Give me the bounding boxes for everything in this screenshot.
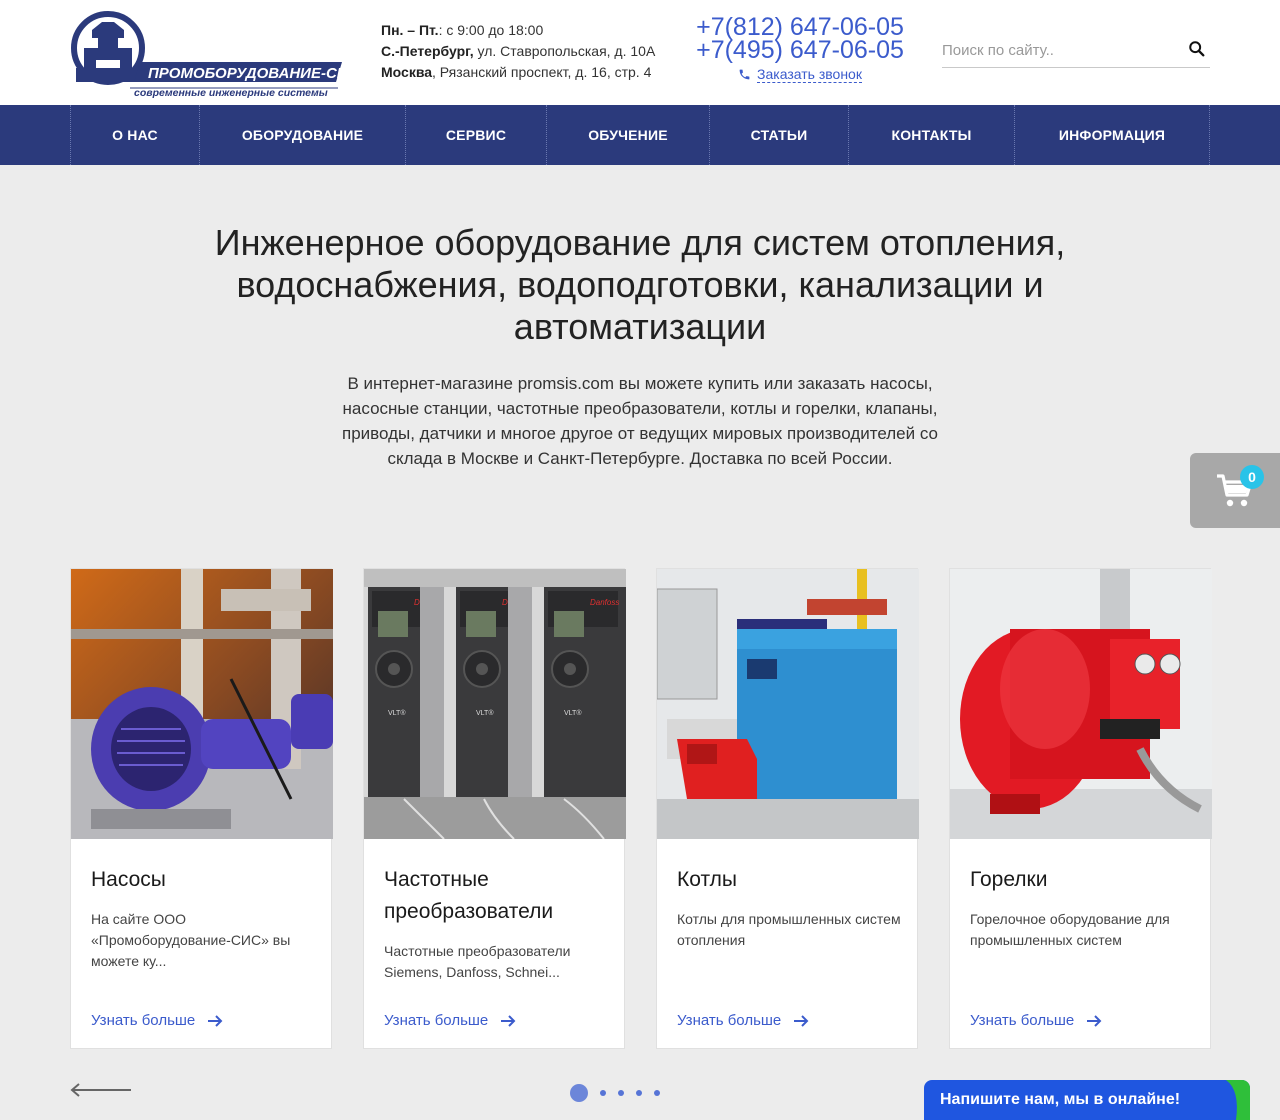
arrow-right-icon	[501, 1014, 516, 1027]
callback-button[interactable]: Заказать звонок	[738, 66, 862, 83]
learn-more-link[interactable]: Узнать больше	[91, 1012, 223, 1029]
card-title[interactable]: Горелки	[970, 864, 1195, 896]
slider-dot[interactable]	[600, 1090, 606, 1096]
card-title[interactable]: Насосы	[91, 864, 316, 896]
converters-image: Danfoss VLT® Danfoss VLT® Danfos	[364, 569, 626, 839]
logo[interactable]: ПРОМОБОРУДОВАНИЕ-СИС современные инженер…	[70, 8, 360, 99]
phone-block: +7(812) 647-06-05 +7(495) 647-06-05 Зака…	[690, 15, 910, 86]
nav-item-service[interactable]: СЕРВИС	[406, 105, 547, 165]
cart-count-badge: 0	[1240, 465, 1264, 489]
category-card-burners[interactable]: Горелки Горелочное оборудование для пром…	[949, 568, 1212, 1049]
slider-dot[interactable]	[618, 1090, 624, 1096]
learn-more-label: Узнать больше	[677, 1012, 782, 1029]
category-card-pumps[interactable]: Насосы На сайте ООО «Промоборудование-СИ…	[70, 568, 333, 1049]
card-title[interactable]: Котлы	[677, 864, 902, 896]
nav-item-contacts[interactable]: КОНТАКТЫ	[849, 105, 1015, 165]
msk-address: Москва, Рязанский проспект, д. 16, стр. …	[381, 62, 655, 83]
chat-status-icon	[1226, 1080, 1250, 1120]
svg-text:VLT®: VLT®	[564, 709, 582, 717]
boilers-image	[657, 569, 919, 839]
logo-brand: ПРОМОБОРУДОВАНИЕ-СИС	[148, 65, 345, 82]
phone-msk[interactable]: +7(495) 647-06-05	[690, 38, 910, 63]
spb-label: С.-Петербург,	[381, 43, 474, 59]
arrow-right-icon	[794, 1014, 809, 1027]
pumps-image	[71, 569, 333, 839]
learn-more-link[interactable]: Узнать больше	[384, 1012, 516, 1029]
learn-more-link[interactable]: Узнать больше	[970, 1012, 1102, 1029]
nav-item-training[interactable]: ОБУЧЕНИЕ	[547, 105, 710, 165]
contact-info: Пн. – Пт.: с 9:00 до 18:00 С.-Петербург,…	[381, 20, 655, 83]
nav-item-information[interactable]: ИНФОРМАЦИЯ	[1015, 105, 1209, 165]
slider-dot[interactable]	[636, 1090, 642, 1096]
search-input[interactable]	[942, 36, 1172, 64]
card-description: Частотные преобразователи Siemens, Danfo…	[384, 943, 571, 980]
hero-description: В интернет-магазине promsis.com вы может…	[342, 374, 938, 468]
learn-more-link[interactable]: Узнать больше	[677, 1012, 809, 1029]
nav-item-articles[interactable]: СТАТЬИ	[710, 105, 849, 165]
logo-emblem: ПРОМОБОРУДОВАНИЕ-СИС современные инженер…	[71, 11, 360, 99]
chat-widget[interactable]: Напишите нам, мы в онлайне!	[924, 1080, 1250, 1120]
arrow-left-icon[interactable]	[70, 1082, 132, 1098]
search-icon[interactable]	[1188, 40, 1206, 58]
cart-button[interactable]: 0	[1190, 453, 1280, 528]
header: ПРОМОБОРУДОВАНИЕ-СИС современные инженер…	[0, 0, 1280, 105]
msk-address-value: , Рязанский проспект, д. 16, стр. 4	[432, 64, 652, 80]
burners-image	[950, 569, 1212, 839]
card-description: На сайте ООО «Промоборудование-СИС» вы м…	[91, 911, 291, 969]
callback-label: Заказать звонок	[757, 66, 862, 83]
learn-more-label: Узнать больше	[970, 1012, 1075, 1029]
working-hours: Пн. – Пт.: с 9:00 до 18:00	[381, 20, 655, 41]
svg-text:Danfoss: Danfoss	[590, 598, 619, 607]
main-nav: О НАС ОБОРУДОВАНИЕ СЕРВИС ОБУЧЕНИЕ СТАТЬ…	[0, 105, 1280, 165]
learn-more-label: Узнать больше	[91, 1012, 196, 1029]
search-box	[942, 32, 1210, 68]
nav-item-equipment[interactable]: ОБОРУДОВАНИЕ	[200, 105, 406, 165]
spb-address: С.-Петербург, ул. Ставропольская, д. 10А	[381, 41, 655, 62]
logo-tagline: современные инженерные системы	[134, 87, 328, 98]
slider-dot[interactable]	[570, 1084, 588, 1102]
msk-label: Москва	[381, 64, 433, 80]
spb-address-value: ул. Ставропольская, д. 10А	[473, 43, 656, 59]
learn-more-label: Узнать больше	[384, 1012, 489, 1029]
hours-value: : с 9:00 до 18:00	[438, 22, 544, 38]
arrow-right-icon	[1087, 1014, 1102, 1027]
card-title[interactable]: Частотные преобразователи	[384, 864, 609, 928]
svg-text:VLT®: VLT®	[388, 709, 406, 717]
slider-dot[interactable]	[654, 1090, 660, 1096]
hours-label: Пн. – Пт.	[381, 22, 439, 38]
chat-label: Напишите нам, мы в онлайне!	[940, 1091, 1181, 1108]
svg-text:VLT®: VLT®	[476, 709, 494, 717]
page-title: Инженерное оборудование для систем отопл…	[214, 222, 1066, 347]
nav-item-about[interactable]: О НАС	[71, 105, 200, 165]
arrow-right-icon	[208, 1014, 223, 1027]
category-card-converters[interactable]: Danfoss VLT® Danfoss VLT® Danfos	[363, 568, 626, 1049]
phone-icon	[739, 69, 750, 80]
card-description: Горелочное оборудование для промышленных…	[970, 911, 1170, 948]
card-description: Котлы для промышленных систем отопления	[677, 911, 901, 948]
category-card-boilers[interactable]: Котлы Котлы для промышленных систем отоп…	[656, 568, 919, 1049]
slider-pagination	[570, 1084, 660, 1102]
